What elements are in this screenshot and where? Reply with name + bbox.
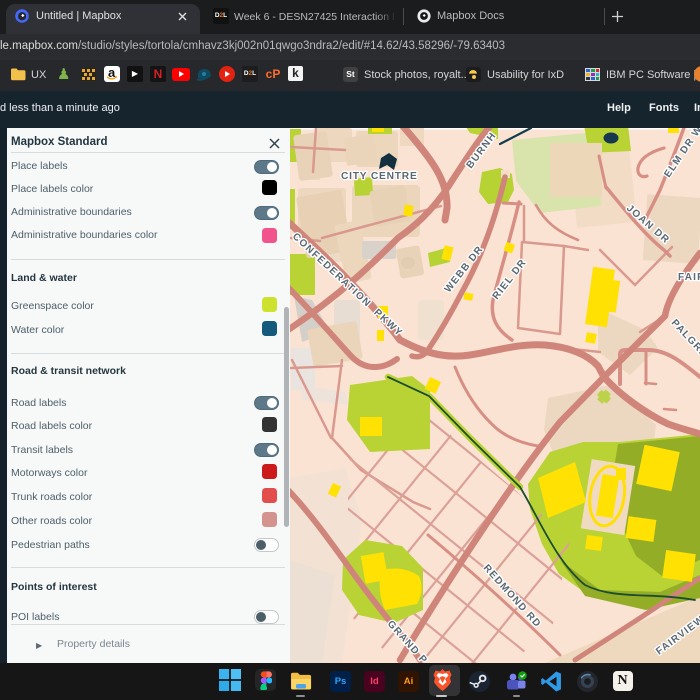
svg-text:CITY CENTRE: CITY CENTRE xyxy=(341,171,418,182)
svg-text:FAIR: FAIR xyxy=(678,272,700,283)
